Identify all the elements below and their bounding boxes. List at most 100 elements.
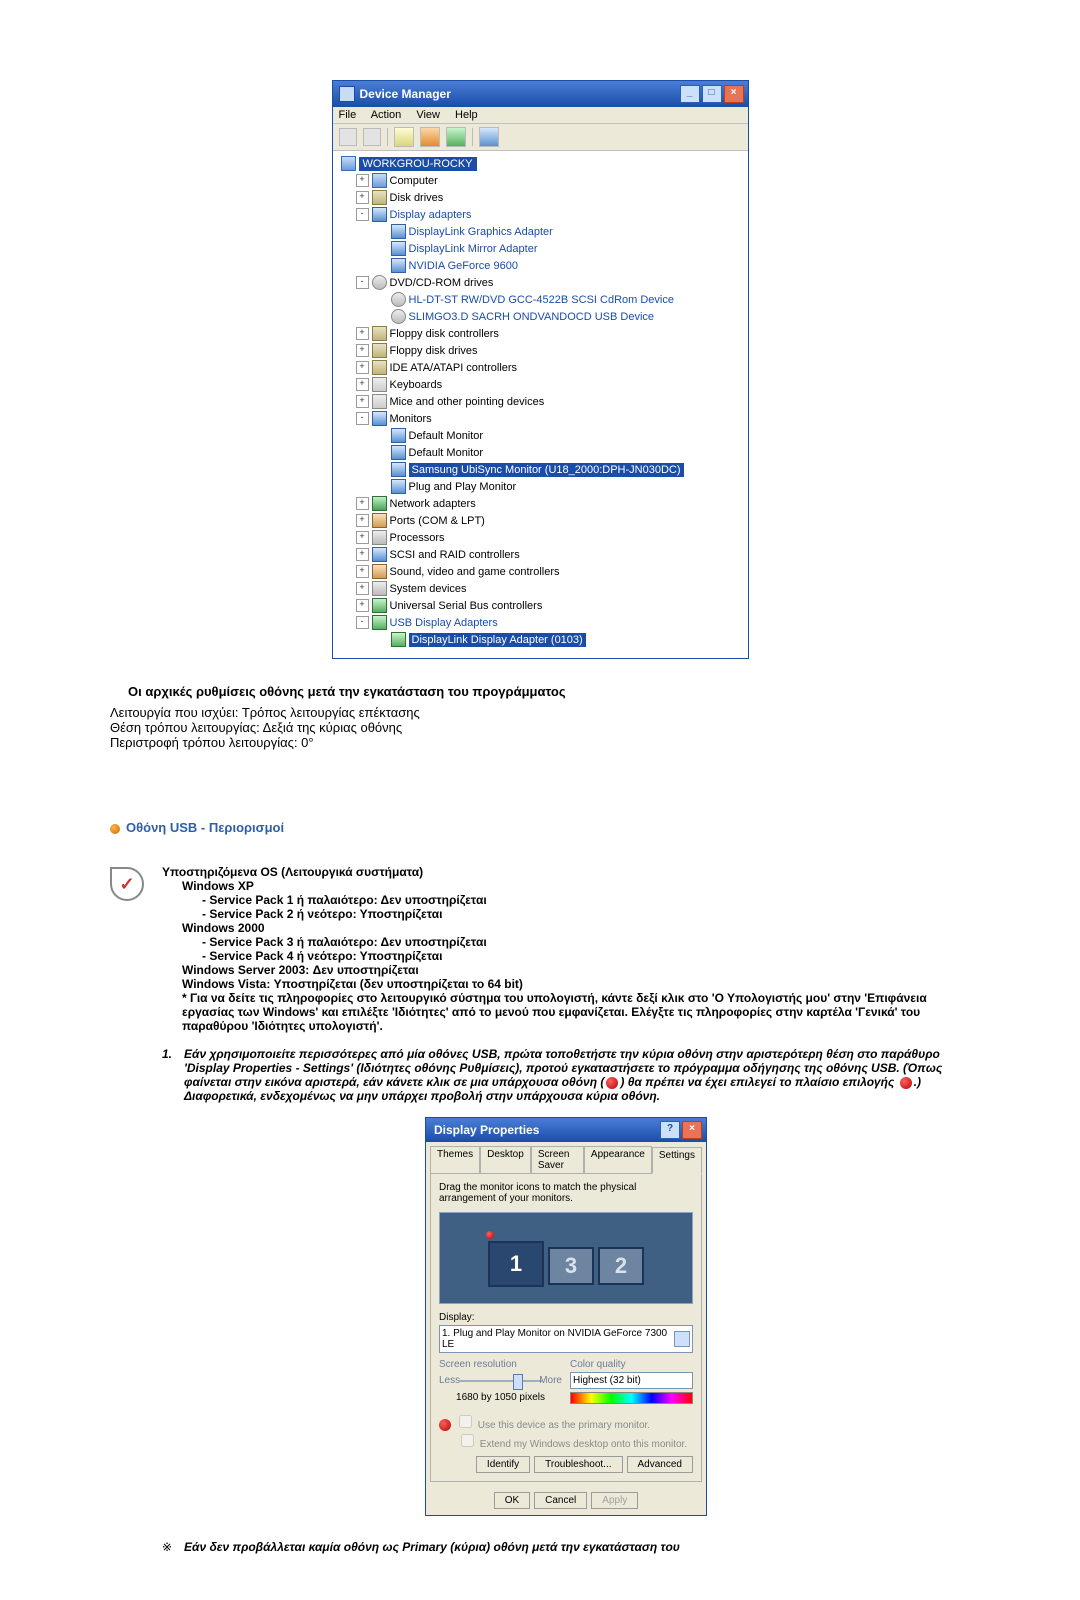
os-item: Windows Vista: Υποστηρίζεται (δεν υποστη… (182, 977, 970, 991)
tree-item[interactable]: System devices (390, 583, 467, 595)
tab-desktop[interactable]: Desktop (480, 1146, 531, 1173)
tree-item[interactable]: Default Monitor (409, 447, 484, 459)
tree-item[interactable]: Display adapters (390, 209, 472, 221)
collapse-icon[interactable]: - (356, 412, 369, 425)
expand-icon[interactable]: + (356, 327, 369, 340)
back-button[interactable] (339, 128, 357, 146)
tree-item[interactable]: Universal Serial Bus controllers (390, 600, 543, 612)
toolbar-btn-2[interactable] (420, 127, 440, 147)
resolution-slider[interactable]: Less More (439, 1372, 562, 1390)
window-titlebar[interactable]: Display Properties ? × (426, 1118, 706, 1142)
disk-icon (372, 190, 387, 205)
close-button[interactable]: × (682, 1121, 702, 1139)
monitor-icon (391, 428, 406, 443)
tree-item[interactable]: Processors (390, 532, 445, 544)
tree-item[interactable]: Default Monitor (409, 430, 484, 442)
ok-button[interactable]: OK (494, 1492, 530, 1509)
color-quality-label: Color quality (570, 1359, 693, 1370)
identify-button[interactable]: Identify (476, 1456, 530, 1473)
tree-item[interactable]: Mice and other pointing devices (390, 396, 545, 408)
tree-item[interactable]: Monitors (390, 413, 432, 425)
tree-item[interactable]: Ports (COM & LPT) (390, 515, 485, 527)
monitor-icon (391, 462, 406, 477)
tree-item[interactable]: IDE ATA/ATAPI controllers (390, 362, 518, 374)
menu-action[interactable]: Action (371, 109, 402, 121)
tab-settings[interactable]: Settings (652, 1147, 702, 1174)
tree-item[interactable]: Disk drives (390, 192, 444, 204)
expand-icon[interactable]: + (356, 531, 369, 544)
toolbar-btn-3[interactable] (446, 127, 466, 147)
expand-icon[interactable]: + (356, 191, 369, 204)
expand-icon[interactable]: + (356, 565, 369, 578)
tree-item-selected[interactable]: DisplayLink Display Adapter (0103) (409, 633, 586, 647)
monitor-2[interactable]: 2 (598, 1247, 644, 1285)
tree-item-selected[interactable]: Samsung UbiSync Monitor (U18_2000:DPH-JN… (409, 463, 684, 477)
footnote: ※ Εάν δεν προβάλλεται καμία οθόνη ως Pri… (162, 1540, 970, 1554)
monitor-3[interactable]: 3 (548, 1247, 594, 1285)
expand-icon[interactable]: + (356, 497, 369, 510)
tree-item[interactable]: SLIMGO3.D SACRH ONDVANDOCD USB Device (409, 311, 655, 323)
monitor-1[interactable]: 1 (488, 1241, 544, 1287)
close-button[interactable]: × (724, 85, 744, 103)
tree-root[interactable]: WORKGROU-ROCKY (359, 157, 477, 171)
toolbar-btn-1[interactable] (394, 127, 414, 147)
menu-file[interactable]: File (339, 109, 357, 121)
window-title: Display Properties (434, 1123, 539, 1137)
tree-item[interactable]: Network adapters (390, 498, 476, 510)
tab-themes[interactable]: Themes (430, 1146, 480, 1173)
color-quality-dropdown[interactable]: Highest (32 bit) (570, 1372, 693, 1389)
tree-item[interactable]: Keyboards (390, 379, 443, 391)
tree-item[interactable]: DisplayLink Mirror Adapter (409, 243, 538, 255)
collapse-icon[interactable]: - (356, 276, 369, 289)
troubleshoot-button[interactable]: Troubleshoot... (534, 1456, 622, 1473)
cancel-button[interactable]: Cancel (534, 1492, 587, 1509)
red-dot-icon (439, 1419, 451, 1431)
tree-item[interactable]: Sound, video and game controllers (390, 566, 560, 578)
tree-item[interactable]: NVIDIA GeForce 9600 (409, 260, 518, 272)
expand-icon[interactable]: + (356, 582, 369, 595)
expand-icon[interactable]: + (356, 174, 369, 187)
cd-icon (391, 292, 406, 307)
window-titlebar[interactable]: Device Manager _ □ × (333, 81, 748, 107)
tree-item[interactable]: Plug and Play Monitor (409, 481, 517, 493)
os-item: - Service Pack 3 ή παλαιότερο: Δεν υποστ… (202, 935, 970, 949)
menu-view[interactable]: View (416, 109, 440, 121)
section-heading: Οι αρχικές ρυθμίσεις οθόνης μετά την εγκ… (128, 684, 970, 699)
forward-button[interactable] (363, 128, 381, 146)
tree-item[interactable]: DisplayLink Graphics Adapter (409, 226, 553, 238)
tree-item[interactable]: DVD/CD-ROM drives (390, 277, 494, 289)
tree-item[interactable]: Computer (390, 175, 438, 187)
os-title: Υποστηριζόμενα OS (Λειτουργικά συστήματα… (162, 865, 970, 879)
tree-item[interactable]: USB Display Adapters (390, 617, 498, 629)
toolbar-btn-4[interactable] (479, 127, 499, 147)
collapse-icon[interactable]: - (356, 208, 369, 221)
apply-button[interactable]: Apply (591, 1492, 638, 1509)
checkbox-group: Use this device as the primary monitor. … (439, 1412, 693, 1450)
bullet-icon (110, 824, 120, 834)
expand-icon[interactable]: + (356, 548, 369, 561)
tree-item[interactable]: SCSI and RAID controllers (390, 549, 520, 561)
help-button[interactable]: ? (660, 1121, 680, 1139)
expand-icon[interactable]: + (356, 344, 369, 357)
menu-bar: File Action View Help (333, 107, 748, 124)
expand-icon[interactable]: + (356, 599, 369, 612)
primary-monitor-checkbox[interactable] (459, 1415, 472, 1428)
menu-help[interactable]: Help (455, 109, 478, 121)
tree-item[interactable]: HL-DT-ST RW/DVD GCC-4522B SCSI CdRom Dev… (409, 294, 675, 306)
tree-item[interactable]: Floppy disk controllers (390, 328, 499, 340)
monitor-preview[interactable]: 1 3 2 (439, 1212, 693, 1304)
extend-desktop-checkbox[interactable] (461, 1434, 474, 1447)
expand-icon[interactable]: + (356, 378, 369, 391)
expand-icon[interactable]: + (356, 514, 369, 527)
minimize-button[interactable]: _ (680, 85, 700, 103)
maximize-button[interactable]: □ (702, 85, 722, 103)
tab-screensaver[interactable]: Screen Saver (531, 1146, 584, 1173)
display-icon (391, 241, 406, 256)
expand-icon[interactable]: + (356, 361, 369, 374)
display-dropdown[interactable]: 1. Plug and Play Monitor on NVIDIA GeFor… (439, 1325, 693, 1353)
tree-item[interactable]: Floppy disk drives (390, 345, 478, 357)
collapse-icon[interactable]: - (356, 616, 369, 629)
advanced-button[interactable]: Advanced (627, 1456, 693, 1473)
tab-appearance[interactable]: Appearance (584, 1146, 652, 1173)
expand-icon[interactable]: + (356, 395, 369, 408)
